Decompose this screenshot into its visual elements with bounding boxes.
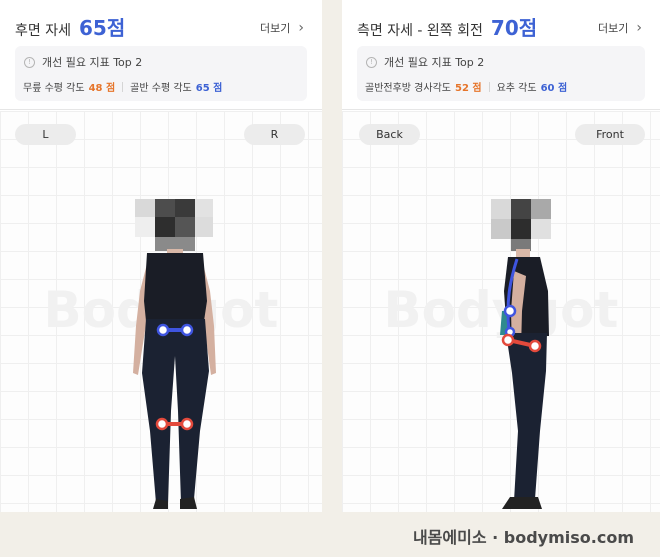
info-icon: ! — [366, 56, 377, 68]
improvement-box: ! 개선 필요 지표 Top 2 골반전후방 경사각도 52 점 요추 각도 6… — [357, 46, 645, 101]
side-posture-figure — [491, 199, 551, 509]
face-blur — [491, 199, 551, 251]
footer-credit: 내몸에미소 · bodymiso.com — [412, 528, 634, 547]
person-silhouette — [500, 249, 549, 509]
metric-label: 요추 각도 — [496, 83, 537, 94]
metric-value: 52 점 — [454, 83, 482, 94]
knee-marker — [155, 417, 194, 431]
divider — [488, 81, 490, 92]
info-text: 개선 필요 지표 Top 2 — [384, 56, 485, 69]
metric-value: 60 점 — [540, 83, 568, 94]
posture-view: L R Bodygot — [0, 111, 322, 512]
face-blur — [135, 199, 213, 251]
title-text: 후면 자세 — [15, 23, 71, 39]
footer-bar: 내몸에미소 · bodymiso.com — [0, 512, 660, 557]
score-value: 65점 — [78, 16, 126, 40]
person-silhouette — [133, 249, 216, 509]
metric-value: 48 점 — [88, 83, 116, 94]
more-label: 더보기 — [260, 22, 291, 35]
info-text: 개선 필요 지표 Top 2 — [42, 56, 143, 69]
more-label: 더보기 — [598, 22, 629, 35]
divider — [122, 81, 124, 92]
improvement-box: ! 개선 필요 지표 Top 2 무릎 수평 각도 48 점 골반 수평 각도 … — [15, 46, 307, 101]
chevron-right-icon: › — [298, 20, 304, 36]
metric-value: 65 점 — [195, 83, 223, 94]
metric-label: 무릎 수평 각도 — [23, 83, 85, 94]
metrics-row: 골반전후방 경사각도 52 점 요추 각도 60 점 — [365, 79, 567, 94]
panel-title: 측면 자세 - 왼쪽 회전 70점 — [357, 12, 537, 41]
back-posture-figure — [133, 199, 216, 509]
back-posture-panel: 후면 자세 65점 더보기 › ! 개선 필요 지표 Top 2 무릎 수평 각… — [0, 0, 322, 512]
score-value: 70점 — [490, 16, 538, 40]
metric-label: 골반 수평 각도 — [130, 83, 192, 94]
more-button[interactable]: 더보기 › — [260, 20, 304, 36]
posture-view: Back Front Bodygot — [342, 111, 660, 512]
chevron-right-icon: › — [636, 20, 642, 36]
more-button[interactable]: 더보기 › — [598, 20, 642, 36]
info-icon: ! — [24, 56, 35, 68]
panel-title: 후면 자세 65점 — [15, 12, 125, 41]
side-posture-panel: 측면 자세 - 왼쪽 회전 70점 더보기 › ! 개선 필요 지표 Top 2… — [342, 0, 660, 512]
panel-header: 측면 자세 - 왼쪽 회전 70점 더보기 › ! 개선 필요 지표 Top 2… — [342, 0, 660, 110]
metric-label: 골반전후방 경사각도 — [365, 83, 451, 94]
title-text: 측면 자세 - 왼쪽 회전 — [357, 23, 483, 39]
metrics-row: 무릎 수평 각도 48 점 골반 수평 각도 65 점 — [23, 79, 222, 94]
panel-header: 후면 자세 65점 더보기 › ! 개선 필요 지표 Top 2 무릎 수평 각… — [0, 0, 322, 110]
